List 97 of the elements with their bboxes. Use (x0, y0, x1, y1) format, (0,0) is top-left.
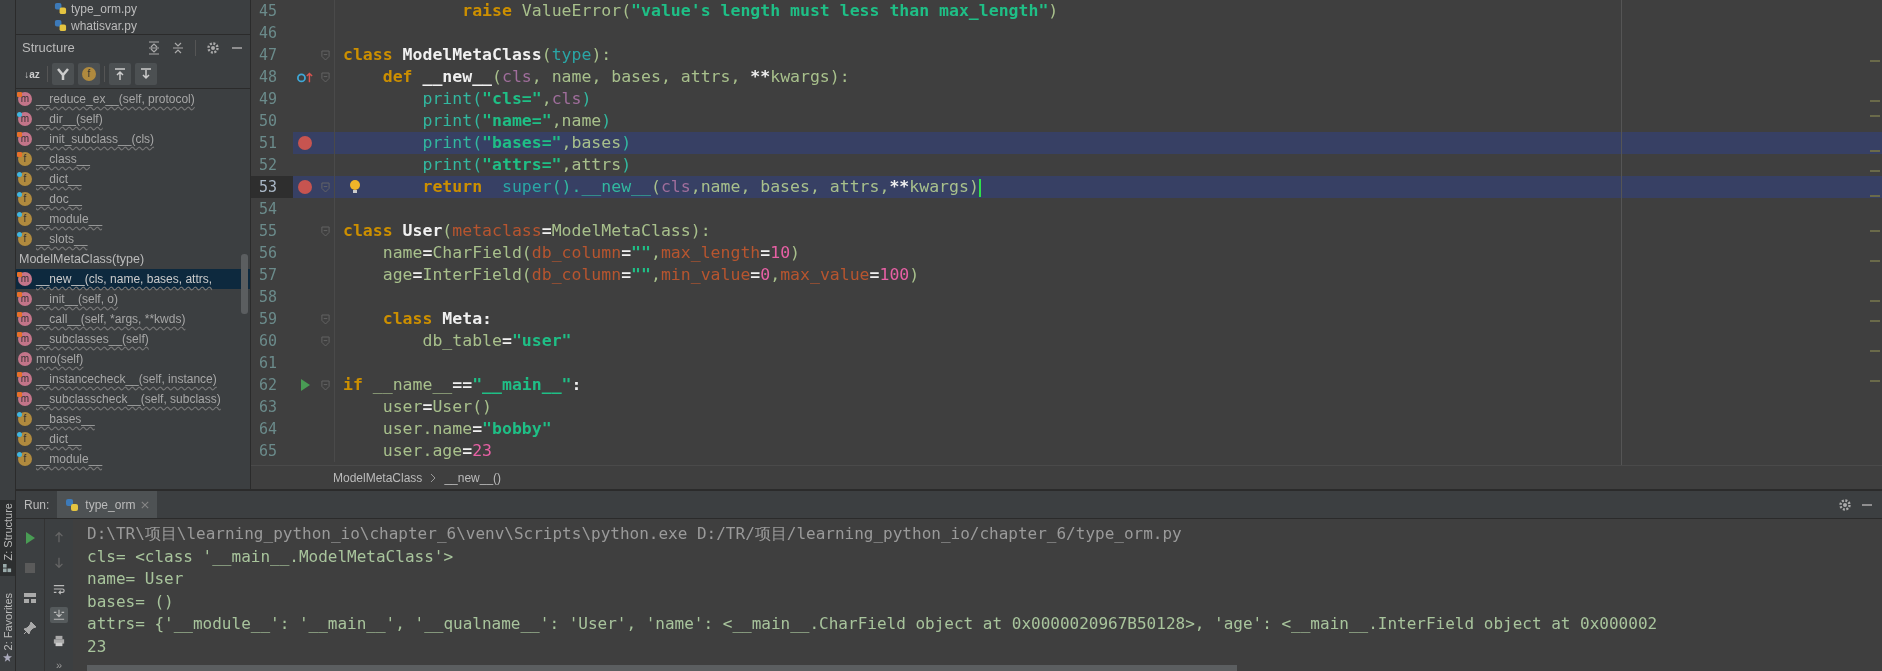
arrow-up-icon (113, 67, 127, 81)
code-line: return super().__new__(cls,name, bases, attrs,**kwargs) (421, 176, 981, 198)
code-line: print("name=",name) (421, 110, 612, 132)
structure-item[interactable]: m __init_subclass__(cls) (16, 129, 250, 149)
structure-item[interactable]: f __slots__ (16, 229, 250, 249)
show-fields-button[interactable]: f (78, 63, 100, 85)
settings-icon[interactable] (206, 40, 220, 55)
override-icon[interactable] (297, 70, 313, 84)
run-label: Run: (24, 497, 50, 512)
field-icon: f (18, 172, 32, 186)
structure-icon (3, 563, 12, 573)
fold-icon[interactable] (321, 379, 330, 391)
expand-all-icon[interactable] (147, 40, 161, 55)
console-line: bases= () (87, 590, 175, 613)
filter-icon (56, 67, 70, 81)
code-line: class ModelMetaClass(type): (343, 44, 612, 66)
structure-item[interactable]: m __call__(self, *args, **kwds) (16, 309, 250, 329)
structure-item[interactable]: f __doc__ (16, 189, 250, 209)
code-line: print("attrs=",attrs) (421, 154, 632, 176)
line-number: 53 (251, 176, 293, 198)
close-icon[interactable] (141, 500, 150, 509)
breadcrumb[interactable]: __new__() (444, 470, 502, 485)
code-line: name=CharField(db_column="",max_length=10) (381, 242, 800, 264)
structure-item[interactable]: f __dict__ (16, 169, 250, 189)
fold-icon[interactable] (321, 49, 330, 61)
class-node[interactable]: ModelMetaClass(type) (16, 249, 250, 269)
structure-item[interactable]: m __init__(self, o) (16, 289, 250, 309)
fold-icon[interactable] (321, 71, 330, 83)
code-line: class User(metaclass=ModelMetaClass): (343, 220, 711, 242)
code-line: print("cls=",cls) (421, 88, 592, 110)
field-icon: f (18, 212, 32, 226)
breadcrumb[interactable]: ModelMetaClass (333, 470, 423, 485)
settings-icon[interactable] (1838, 497, 1852, 512)
fold-icon[interactable] (321, 225, 330, 237)
code-line: def __new__(cls, name, bases, attrs, **kwargs): (381, 66, 850, 88)
autoscroll-button[interactable] (135, 63, 157, 85)
structure-item[interactable]: m __subclasscheck__(self, subclass) (16, 389, 250, 409)
file-name[interactable]: whatisvar.py (71, 18, 138, 33)
arrow-down-icon (139, 67, 153, 81)
fold-icon[interactable] (321, 313, 330, 325)
structure-item[interactable]: m __reduce_ex__(self, protocol) (16, 89, 250, 109)
field-icon: f (18, 432, 32, 446)
code-line: user=User() (381, 396, 493, 418)
structure-item[interactable]: m __new__(cls, name, bases, attrs, (16, 269, 250, 289)
console-line: D:\TR\项目\learning_python_io\chapter_6\venv\Scripts\python.exe D:/TR/项目/learning_python_io/chapter_6/type_orm.py (87, 523, 1183, 545)
run-tab[interactable]: type_orm (57, 491, 158, 518)
pin-icon[interactable] (21, 619, 39, 637)
structure-item[interactable]: m __dir__(self) (16, 109, 250, 129)
field-icon: f (18, 232, 32, 246)
python-file-icon (65, 497, 80, 512)
file-name[interactable]: type_orm.py (71, 1, 138, 16)
breakpoint-icon[interactable] (298, 180, 312, 194)
autoscroll-button[interactable] (109, 63, 131, 85)
code-line: user.name="bobby" (381, 418, 552, 440)
code-line: print("bases=",bases) (421, 132, 632, 154)
structure-item[interactable]: m __subclasses__(self) (16, 329, 250, 349)
python-file-icon (54, 2, 67, 15)
field-icon: f (18, 452, 32, 466)
structure-item[interactable]: f __class__ (16, 149, 250, 169)
more-button[interactable]: » (55, 659, 63, 671)
console-line: 23 (87, 635, 108, 658)
field-icon: f (18, 412, 32, 426)
code-line: if __name__=="__main__": (343, 374, 582, 396)
tool-window-tab[interactable]: 2: Favorites (0, 589, 15, 665)
structure-item[interactable]: f __dict__ (16, 429, 250, 449)
panel-title: Structure (22, 40, 76, 55)
method-icon: m (18, 352, 32, 366)
chevron-icon (430, 472, 437, 483)
code-line: class Meta: (381, 308, 493, 330)
console-line: cls= <class '__main__.ModelMetaClass'> (87, 545, 455, 568)
code-line: user.age=23 (381, 440, 493, 462)
show-inherited-button[interactable] (52, 63, 74, 85)
code-line: age=InterField(db_column="",min_value=0,max_value=100) (381, 264, 920, 286)
structure-item[interactable]: f __bases__ (16, 409, 250, 429)
scrollbar[interactable] (87, 665, 1237, 671)
python-file-icon (54, 19, 67, 32)
scroll-to-end-icon[interactable] (50, 607, 68, 623)
console-line: attrs= {'__module__': '__main__', '__qualname__': 'User', 'name': <__main__.CharField object at 0x0000020967B50128>, 'age': <__main__.InterField object at 0x000002 (87, 613, 1659, 635)
structure-item[interactable]: m __instancecheck__(self, instance) (16, 369, 250, 389)
sort-button[interactable]: ↓az (21, 63, 43, 85)
star-icon (3, 653, 12, 662)
structure-item[interactable]: f __module__ (16, 209, 250, 229)
scrollbar[interactable] (241, 254, 248, 314)
console-line: name= User (87, 568, 185, 590)
method-icon: m (18, 112, 32, 126)
structure-item[interactable]: m mro(self) (16, 349, 250, 369)
tool-window-tab[interactable]: Z: Structure (0, 500, 15, 576)
line-number: 51 (251, 132, 293, 154)
fold-icon[interactable] (321, 335, 330, 347)
field-icon: f (18, 192, 32, 206)
collapse-all-icon[interactable] (171, 40, 185, 55)
code-line: db_table="user" (421, 330, 572, 352)
structure-item[interactable]: f __module__ (16, 449, 250, 469)
breakpoint-icon[interactable] (298, 136, 312, 150)
code-line: raise ValueError("value's length must less than max_length") (461, 0, 1059, 22)
tab-label: type_orm (85, 497, 136, 512)
lightbulb-icon[interactable] (349, 179, 361, 195)
